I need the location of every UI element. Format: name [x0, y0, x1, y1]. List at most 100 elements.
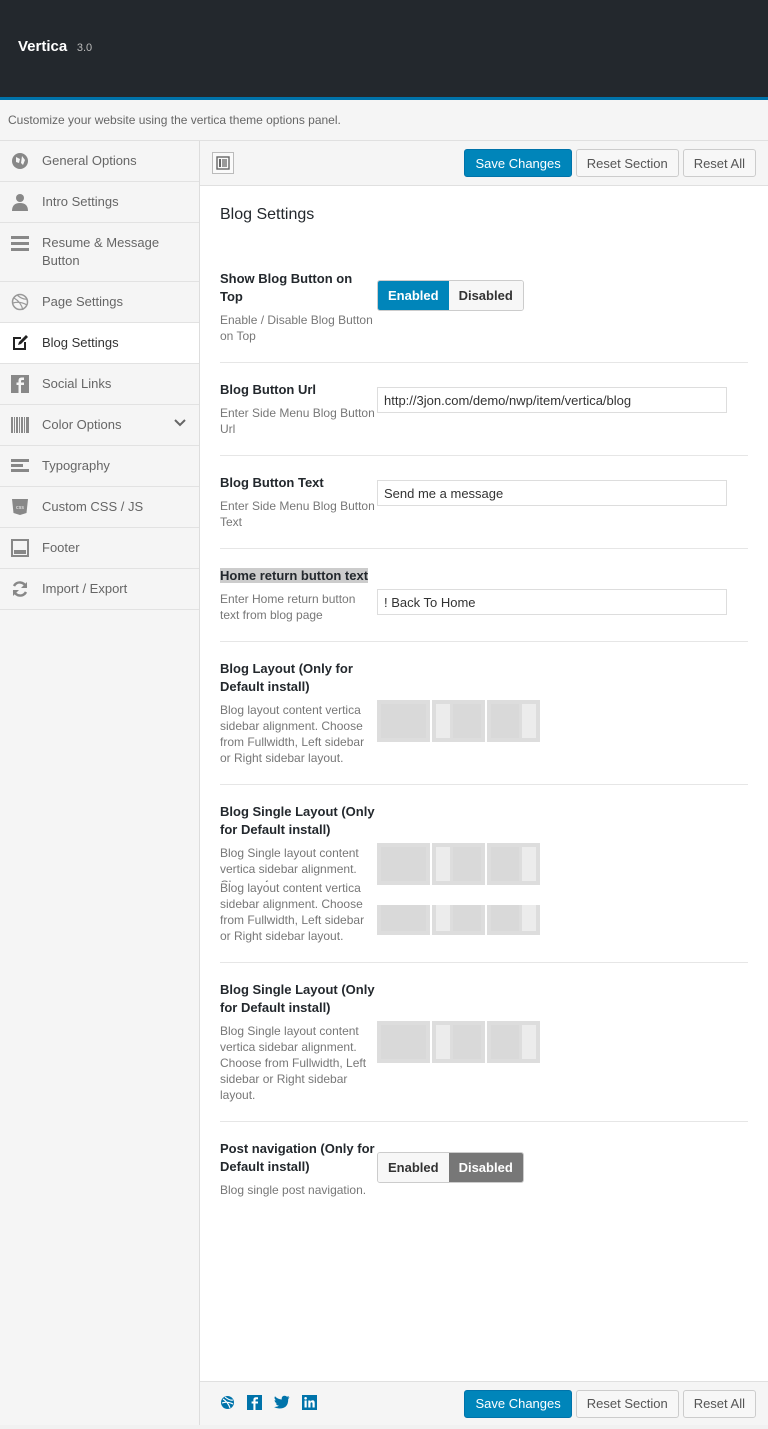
sidebar-item-label: Page Settings	[42, 294, 123, 309]
field-title: Blog Layout (Only for Default install)	[220, 661, 353, 694]
text-icon	[10, 457, 30, 475]
section-title: Blog Settings	[220, 206, 315, 223]
sidebar-item-label: General Options	[42, 153, 137, 168]
linkedin-icon[interactable]	[302, 1394, 317, 1413]
app-name: Vertica	[18, 38, 68, 55]
field-title: Post navigation (Only for Default instal…	[220, 1141, 375, 1174]
field-description: Blog Single layout content vertica sideb…	[220, 1024, 367, 1102]
layout-left-sidebar-option[interactable]	[432, 843, 485, 885]
switch-enabled-option[interactable]: Enabled	[378, 281, 449, 310]
reset-section-button[interactable]: Reset Section	[575, 149, 679, 177]
layout-right-sidebar-option[interactable]	[487, 700, 540, 742]
main-panel: Save Changes Reset Section Reset All Blo…	[200, 141, 768, 1425]
reset-all-button[interactable]: Reset All	[682, 149, 756, 177]
sidebar-item-page-settings[interactable]: Page Settings	[0, 282, 199, 323]
edit-icon	[10, 334, 30, 352]
menu-icon	[10, 234, 30, 252]
layout-left-sidebar-option[interactable]	[432, 1021, 485, 1063]
sidebar-item-import-export[interactable]: Import / Export	[0, 569, 199, 610]
layout-fullwidth-option[interactable]	[377, 843, 430, 885]
sidebar-item-intro-settings[interactable]: Intro Settings	[0, 182, 199, 223]
save-changes-button[interactable]: Save Changes	[464, 1389, 572, 1418]
layout-toggle-icon[interactable]	[212, 152, 234, 174]
sidebar-item-label: Custom CSS / JS	[42, 499, 144, 514]
reset-all-button[interactable]: Reset All	[682, 1389, 756, 1418]
footer-social-links	[220, 1394, 317, 1413]
layout-right-sidebar-option[interactable]	[487, 905, 540, 935]
sidebar-item-label: Import / Export	[42, 581, 128, 596]
user-icon	[10, 193, 30, 211]
sidebar-item-label: Blog Settings	[42, 335, 119, 350]
facebook-icon	[10, 375, 30, 393]
sidebar-item-footer[interactable]: Footer	[0, 528, 199, 569]
sidebar-item-color-options[interactable]: Color Options	[0, 405, 199, 446]
field-blog-single-layout-2: Blog Single Layout (Only for Default ins…	[220, 963, 748, 1122]
sidebar-item-label: Footer	[42, 540, 80, 555]
top-toolbar: Save Changes Reset Section Reset All	[200, 141, 768, 186]
top-header: Vertica 3.0	[0, 0, 768, 100]
save-changes-button[interactable]: Save Changes	[464, 149, 572, 177]
show-blog-button-switch[interactable]: Enabled Disabled	[377, 280, 524, 311]
layout-right-sidebar-option[interactable]	[487, 843, 540, 885]
field-description: Enable / Disable Blog Button on Top	[220, 313, 373, 343]
post-navigation-switch[interactable]: Enabled Disabled	[377, 1152, 524, 1183]
blog-single-layout-options	[377, 843, 542, 885]
layout-fullwidth-option[interactable]	[377, 1021, 430, 1063]
field-blog-button-url: Blog Button Url Enter Side Menu Blog But…	[220, 363, 748, 456]
layout-left-sidebar-option[interactable]	[432, 700, 485, 742]
sidebar-item-social-links[interactable]: Social Links	[0, 364, 199, 405]
switch-disabled-option[interactable]: Disabled	[448, 1153, 523, 1182]
field-description: Enter Side Menu Blog Button Text	[220, 499, 375, 529]
field-title: Blog Button Url	[220, 382, 317, 397]
chevron-down-icon[interactable]	[173, 416, 187, 433]
layout-fullwidth-option[interactable]	[377, 905, 430, 935]
blog-button-url-input[interactable]: http://3jon.com/demo/nwp/item/vertica/bl…	[377, 387, 727, 413]
app-version: 3.0	[76, 42, 93, 54]
field-description: Blog layout content vertica sidebar alig…	[220, 703, 365, 765]
field-show-blog-button: Show Blog Button on Top Enable / Disable…	[220, 252, 748, 363]
sidebar-item-typography[interactable]: Typography	[0, 446, 199, 487]
refresh-icon	[10, 580, 30, 598]
switch-enabled-option[interactable]: Enabled	[378, 1153, 449, 1182]
layout-left-sidebar-option[interactable]	[432, 905, 485, 935]
layout-fullwidth-option[interactable]	[377, 700, 430, 742]
barcode-icon	[10, 416, 30, 434]
sidebar-item-label: Social Links	[42, 376, 112, 391]
sidebar-item-label: Intro Settings	[42, 194, 119, 209]
dribbble-icon	[10, 293, 30, 311]
sidebar-item-label: Resume & Message Button	[42, 235, 160, 268]
field-description: Blog Single layout content vertica sideb…	[220, 846, 359, 882]
sidebar-item-label: Color Options	[42, 417, 122, 432]
field-description: Blog single post navigation.	[220, 1183, 367, 1197]
facebook-icon[interactable]	[247, 1394, 262, 1413]
sidebar-item-label: Typography	[42, 458, 110, 473]
switch-disabled-option[interactable]: Disabled	[448, 281, 523, 310]
field-title: Blog Single Layout (Only for Default ins…	[220, 982, 375, 1015]
sidebar-item-custom-css-js[interactable]: css Custom CSS / JS	[0, 487, 199, 528]
field-description: Enter Side Menu Blog Button Url	[220, 406, 375, 436]
sidebar-nav: General Options Intro Settings Resume & …	[0, 141, 200, 1425]
blog-single-layout-options	[377, 1021, 542, 1063]
bottom-toolbar: Save Changes Reset Section Reset All	[200, 1381, 768, 1425]
dribbble-icon[interactable]	[220, 1395, 235, 1413]
home-return-text-input[interactable]: ! Back To Home	[377, 589, 727, 615]
field-title: Home return button text	[220, 568, 369, 583]
svg-text:css: css	[16, 505, 24, 511]
reset-section-button[interactable]: Reset Section	[575, 1389, 679, 1418]
field-post-navigation: Post navigation (Only for Default instal…	[220, 1122, 748, 1216]
twitter-icon[interactable]	[274, 1395, 290, 1413]
sidebar-item-blog-settings[interactable]: Blog Settings	[0, 323, 199, 364]
globe-icon	[10, 152, 30, 170]
field-title: Blog Button Text	[220, 475, 324, 490]
sidebar-item-general-options[interactable]: General Options	[0, 141, 199, 182]
field-blog-button-text: Blog Button Text Enter Side Menu Blog Bu…	[220, 456, 748, 549]
layout-right-sidebar-option[interactable]	[487, 1021, 540, 1063]
field-blog-single-layout: Blog Single Layout (Only for Default ins…	[220, 785, 748, 963]
blog-layout-options	[377, 700, 542, 742]
blog-button-text-input[interactable]: Send me a message	[377, 480, 727, 506]
footer-icon	[10, 539, 30, 557]
css-icon: css	[10, 498, 30, 516]
sidebar-item-resume-message-button[interactable]: Resume & Message Button	[0, 223, 199, 282]
field-home-return-text: Home return button text Enter Home retur…	[220, 549, 748, 642]
field-description-overlap: Blog layout content vertica sidebar alig…	[220, 881, 365, 943]
